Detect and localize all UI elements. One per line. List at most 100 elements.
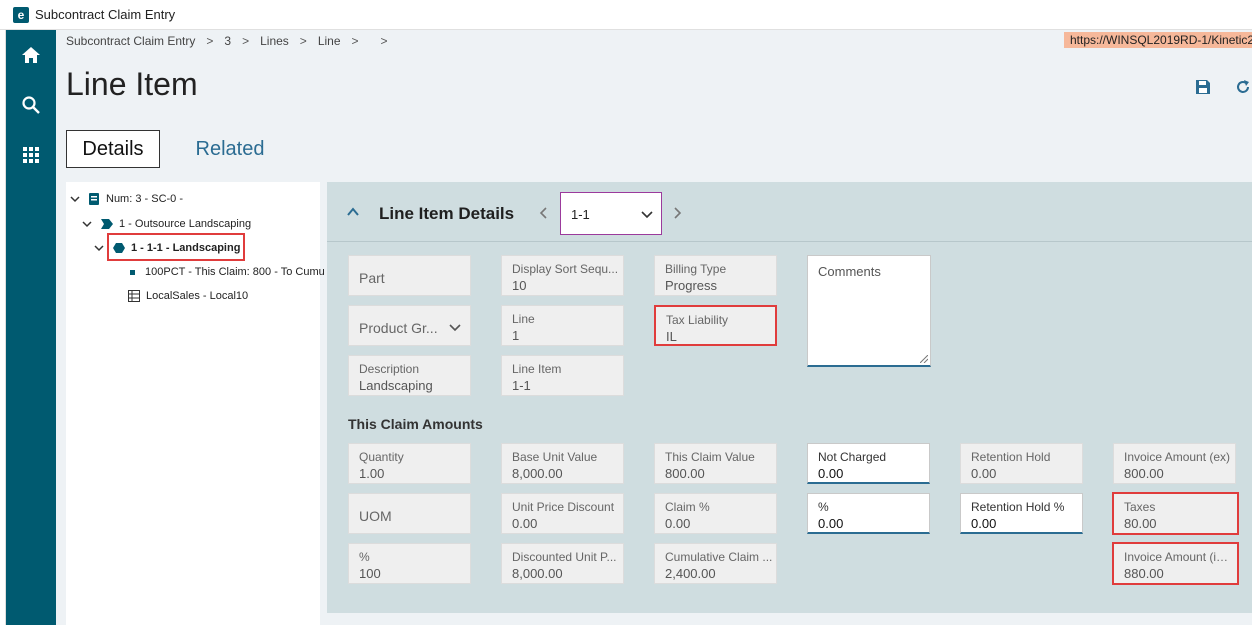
field-value: 1 (512, 328, 520, 343)
unit-price-discount-field[interactable]: Unit Price Discount 0.00 (501, 493, 624, 534)
breadcrumb-item[interactable]: Lines (260, 34, 289, 48)
description-field[interactable]: Description Landscaping (348, 355, 471, 396)
line-selector-dropdown[interactable]: 1-1 (560, 192, 662, 235)
line-field[interactable]: Line 1 (501, 305, 624, 346)
tree-node-child[interactable]: 100PCT - This Claim: 800 - To Cumu (130, 263, 325, 281)
resize-grip-icon[interactable] (920, 355, 928, 363)
comments-label: Comments (818, 264, 881, 279)
field-label: Cumulative Claim ... (665, 550, 773, 564)
chevron-down-icon (70, 196, 80, 203)
tab-details[interactable]: Details (66, 130, 160, 168)
display-sort-sequence-field[interactable]: Display Sort Sequ... 10 (501, 255, 624, 296)
breadcrumb-item[interactable]: Subcontract Claim Entry (66, 34, 195, 48)
invoice-amount-inc-field[interactable]: Invoice Amount (inc) 880.00 (1112, 542, 1239, 585)
part-field[interactable]: Part (348, 255, 471, 296)
field-value: 0.00 (971, 516, 997, 531)
tab-related[interactable]: Related (180, 130, 280, 168)
field-value: 0.00 (512, 516, 538, 531)
field-label: Line (512, 312, 535, 326)
base-unit-value-field[interactable]: Base Unit Value 8,000.00 (501, 443, 624, 484)
tree-node-level2[interactable]: 1 - 1-1 - Landscaping (94, 233, 245, 261)
refresh-icon (1237, 80, 1249, 93)
not-charged-input[interactable]: Not Charged 0.00 (807, 443, 930, 484)
claim-percent-field[interactable]: Claim % 0.00 (654, 493, 777, 534)
tree-node-root[interactable]: Num: 3 - SC-0 - (70, 190, 183, 208)
field-value: 0.00 (818, 466, 844, 481)
collapse-chevron-up-icon[interactable] (345, 204, 361, 220)
save-button[interactable] (1192, 76, 1214, 98)
retention-hold-percent-input[interactable]: Retention Hold % 0.00 (960, 493, 1083, 534)
line-tree: Num: 3 - SC-0 - 1 - Outsource Landscapin… (66, 182, 325, 625)
field-label: Retention Hold (971, 450, 1051, 464)
uom-field[interactable]: UOM (348, 493, 471, 534)
field-value: 100 (359, 566, 381, 581)
field-value: 880.00 (1124, 566, 1164, 581)
field-label: Product Gr... (359, 320, 438, 336)
this-claim-value-field[interactable]: This Claim Value 800.00 (654, 443, 777, 484)
chevron-down-icon (449, 324, 461, 332)
selected-node-highlight (107, 233, 245, 261)
tree-node-level1[interactable]: 1 - Outsource Landscaping (82, 215, 251, 233)
home-button[interactable] (6, 35, 56, 75)
line-item-field[interactable]: Line Item 1-1 (501, 355, 624, 396)
retention-hold-field[interactable]: Retention Hold 0.00 (960, 443, 1083, 484)
window-title-bar: e Subcontract Claim Entry (0, 0, 1252, 30)
percent-input[interactable]: % 0.00 (807, 493, 930, 534)
document-icon (89, 193, 99, 205)
quantity-field[interactable]: Quantity 1.00 (348, 443, 471, 484)
search-button[interactable] (6, 85, 56, 125)
tree-node-label: 100PCT - This Claim: 800 - To Cumu (145, 266, 325, 278)
field-value: 8,000.00 (512, 466, 563, 481)
breadcrumb: Subcontract Claim Entry > 3 > Lines > Li… (66, 34, 399, 48)
field-label: This Claim Value (665, 450, 755, 464)
field-value: 0.00 (818, 516, 844, 531)
field-label: Taxes (1124, 500, 1156, 514)
percent-field[interactable]: % 100 (348, 543, 471, 584)
field-label: Invoice Amount (inc) (1124, 550, 1232, 564)
tree-node-label: Num: 3 - SC-0 - (106, 193, 184, 205)
field-label: Retention Hold % (971, 500, 1065, 514)
field-value: 8,000.00 (512, 566, 563, 581)
taxes-field[interactable]: Taxes 80.00 (1112, 492, 1239, 535)
panel-title: Line Item Details (379, 204, 515, 223)
comments-textarea[interactable]: Comments (807, 255, 931, 367)
home-icon (22, 47, 40, 63)
chevron-left-icon[interactable] (537, 206, 551, 220)
this-claim-amounts-heading: This Claim Amounts (348, 416, 483, 432)
field-value: 2,400.00 (665, 566, 716, 581)
line-selector-value: 1-1 (571, 207, 590, 222)
table-icon (128, 290, 140, 302)
invoice-amount-ex-field[interactable]: Invoice Amount (ex) 800.00 (1113, 443, 1236, 484)
bullet-icon (130, 269, 135, 275)
tree-node-label: LocalSales - Local10 (146, 290, 249, 302)
field-label: Quantity (359, 450, 404, 464)
tag-arrow-icon (101, 219, 113, 229)
chevron-right-icon[interactable] (670, 206, 684, 220)
field-label: % (359, 550, 370, 564)
field-value: 10 (512, 278, 527, 293)
tax-liability-field[interactable]: Tax Liability IL (654, 305, 777, 346)
field-label: Tax Liability (666, 313, 729, 327)
field-label: Claim % (665, 500, 710, 514)
field-label: % (818, 500, 829, 514)
chevron-down-icon (94, 245, 104, 252)
product-group-dropdown[interactable]: Product Gr... (348, 305, 471, 346)
page-title: Line Item (66, 66, 198, 102)
breadcrumb-item[interactable]: 3 (224, 34, 231, 48)
field-value: 800.00 (665, 466, 705, 481)
tree-node-child[interactable]: LocalSales - Local10 (128, 287, 248, 305)
breadcrumb-separator: > (242, 34, 250, 48)
field-label: Display Sort Sequ... (512, 262, 619, 276)
field-value: IL (666, 329, 677, 344)
tree-node-label: 1 - Outsource Landscaping (119, 218, 252, 230)
refresh-button[interactable] (1232, 76, 1252, 98)
cumulative-claim-field[interactable]: Cumulative Claim ... 2,400.00 (654, 543, 777, 584)
field-value: 0.00 (971, 466, 997, 481)
field-label: UOM (359, 508, 392, 524)
billing-type-field[interactable]: Billing Type Progress (654, 255, 777, 296)
apps-button[interactable] (6, 135, 56, 175)
discounted-unit-price-field[interactable]: Discounted Unit P... 8,000.00 (501, 543, 624, 584)
breadcrumb-item[interactable]: Line (318, 34, 341, 48)
field-label: Line Item (512, 362, 562, 376)
part-label: Part (359, 270, 385, 286)
